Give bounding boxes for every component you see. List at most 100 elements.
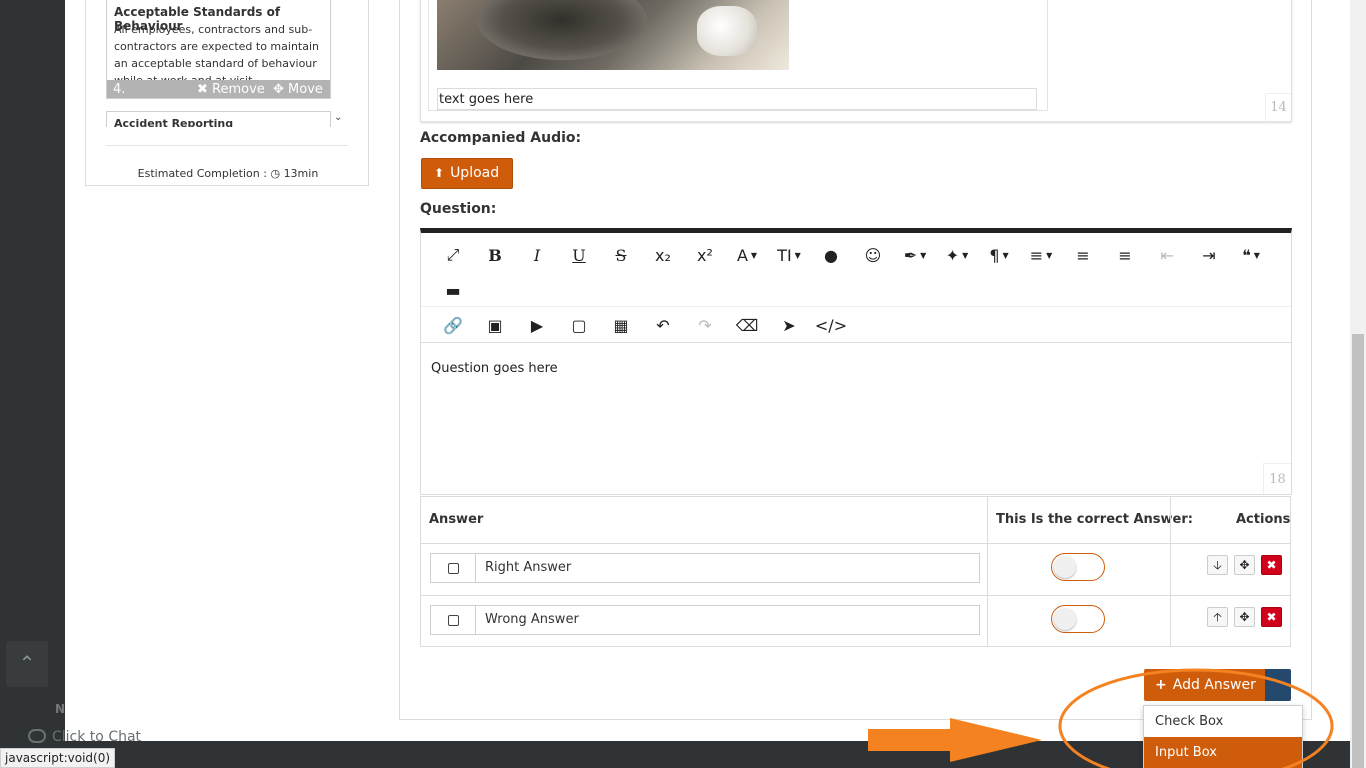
question-editor-body[interactable]: Question goes here [431,361,558,376]
answer-field[interactable]: Wrong Answer [430,605,980,635]
paint-brush-icon[interactable]: ✒ ▼ [894,240,936,270]
lesson-number: 4. [113,82,126,97]
unordered-list-icon[interactable]: ≡ [1104,240,1146,270]
status-bar-url: javascript:void(0) [0,748,116,768]
lesson-actions-bar: 4. ✖ Remove ✥ Move [107,80,330,98]
color-icon[interactable]: ● [810,240,852,270]
add-answer-button[interactable]: + Add Answer [1144,669,1265,701]
char-counter: 14 [1265,93,1291,121]
redo-icon[interactable]: ↷ [684,311,726,341]
move-icon: ✥ [273,82,284,97]
table-row: Right Answer 🡣 ✥ ✖ [421,544,1290,596]
eraser-icon[interactable]: ⌫ [726,311,768,341]
link-icon[interactable]: 🔗 [432,311,474,341]
audio-label: Accompanied Audio: [420,130,582,146]
menu-item-check-box[interactable]: Check Box [1144,706,1302,737]
scroll-top-button[interactable]: ⌃ [6,641,48,687]
answer-text: Right Answer [485,560,572,575]
bold-icon[interactable]: B [474,240,516,270]
strikethrough-icon[interactable]: S [600,240,642,270]
lesson-title-next: Accident Reporting [114,117,234,127]
italic-icon[interactable]: I [516,240,558,270]
font-size-icon[interactable]: TI ▼ [768,240,810,270]
scrollbar-thumb[interactable] [1352,334,1364,768]
lesson-body: All employees, contractors and sub-contr… [114,23,319,87]
table-icon[interactable]: ▦ [600,311,642,341]
outdent-icon[interactable]: ⇤ [1146,240,1188,270]
close-icon: ✖ [1266,558,1277,572]
undo-icon[interactable]: ↶ [642,311,684,341]
align-icon[interactable]: ≡ ▼ [1020,240,1062,270]
arrow-down-icon: 🡣 [1213,558,1222,572]
underline-icon[interactable]: U [558,240,600,270]
table-row: Wrong Answer 🡡 ✥ ✖ [421,596,1290,648]
lesson-card-next[interactable]: Accident Reporting [106,111,331,127]
menu-item-input-box[interactable]: Input Box [1144,737,1302,768]
close-icon: ✖ [197,82,208,97]
question-editor: ⤢ B I U S x₂ x² A ▼ TI ▼ ● ☺ ✒ ▼ ✦ ▼ ¶ ▼ ≡ ▼ ≡… [420,228,1292,495]
truncated-label: N [55,702,66,716]
column-header-correct: This Is the correct Answer: [996,512,1193,527]
sink-photo [437,0,789,70]
move-icon: ✥ [1239,610,1250,624]
file-icon[interactable]: ▢ [558,311,600,341]
question-label: Question: [420,201,497,217]
correct-answer-toggle[interactable] [1051,605,1105,633]
answer-text: Wrong Answer [485,612,579,627]
paragraph-format-icon[interactable]: ¶ ▼ [978,240,1020,270]
chat-label: Click to Chat [52,729,142,745]
column-header-actions: Actions [1236,512,1291,527]
arrow-up-icon: 🡡 [1213,610,1222,624]
add-answer-dropdown-toggle[interactable] [1265,669,1291,701]
answers-table: Answer This Is the correct Answer: Actio… [420,496,1291,647]
select-all-icon[interactable]: ➤ [768,311,810,341]
toolbar-row: ⤢ B I U S x₂ x² A ▼ TI ▼ ● ☺ ✒ ▼ ✦ ▼ ¶ ▼ ≡ ▼ ≡… [421,239,1291,271]
estimated-completion: Estimated Completion : ◷ 13min [137,167,319,180]
fullscreen-icon[interactable]: ⤢ [432,240,474,270]
double-chevron-up-icon: ⌃ [18,651,36,675]
subscript-icon[interactable]: x₂ [642,240,684,270]
delete-answer-button[interactable]: ✖ [1261,555,1282,575]
delete-answer-button[interactable]: ✖ [1261,607,1282,627]
lesson-card[interactable]: Acceptable Standards of Behaviour All em… [106,0,331,99]
caption-field[interactable]: text goes here [437,88,1037,110]
drag-handle-button[interactable]: ✥ [1234,607,1255,627]
move-up-button[interactable]: 🡡 [1207,607,1228,627]
horizontal-rule-icon[interactable]: ▬ [432,276,474,306]
plus-icon: + [1155,677,1167,693]
drag-handle-button[interactable]: ✥ [1234,555,1255,575]
answer-type-menu: Check Box Input Box [1143,705,1303,768]
answer-checkbox[interactable] [447,614,459,626]
superscript-icon[interactable]: x² [684,240,726,270]
column-header-answer: Answer [429,512,484,527]
estimated-value: 13min [283,167,319,180]
page-scrollbar[interactable] [1350,0,1366,768]
video-icon[interactable]: ▶ [516,311,558,341]
chevron-down-icon[interactable]: ⌄ [334,112,342,123]
image-icon[interactable]: ▣ [474,311,516,341]
emoticon-icon[interactable]: ☺ [852,240,894,270]
magic-wand-icon[interactable]: ✦ ▼ [936,240,978,270]
font-family-icon[interactable]: A ▼ [726,240,768,270]
answer-field[interactable]: Right Answer [430,553,980,583]
move-down-button[interactable]: 🡣 [1207,555,1228,575]
toolbar-row: ▬ [421,275,1291,307]
code-view-icon[interactable]: </> [810,311,852,341]
answer-checkbox[interactable] [447,562,459,574]
indent-icon[interactable]: ⇥ [1188,240,1230,270]
ordered-list-icon[interactable]: ≡ [1062,240,1104,270]
upload-icon: ⬆ [434,166,445,180]
close-icon: ✖ [1266,610,1277,624]
lessons-panel: Acceptable Standards of Behaviour All em… [85,0,369,186]
chat-widget[interactable]: Click to Chat [28,729,141,745]
move-lesson-button[interactable]: ✥ Move [273,82,323,97]
remove-lesson-button[interactable]: ✖ Remove [197,82,265,97]
upload-button[interactable]: ⬆ Upload [421,158,513,189]
correct-answer-toggle[interactable] [1051,553,1105,581]
toolbar-row: 🔗 ▣ ▶ ▢ ▦ ↶ ↷ ⌫ ➤ </> [421,309,1291,343]
media-block: text goes here 14 [420,0,1292,122]
move-icon: ✥ [1239,558,1250,572]
char-counter: 18 [1263,463,1291,494]
divider [106,145,348,146]
quote-icon[interactable]: ❝ ▼ [1230,240,1272,270]
